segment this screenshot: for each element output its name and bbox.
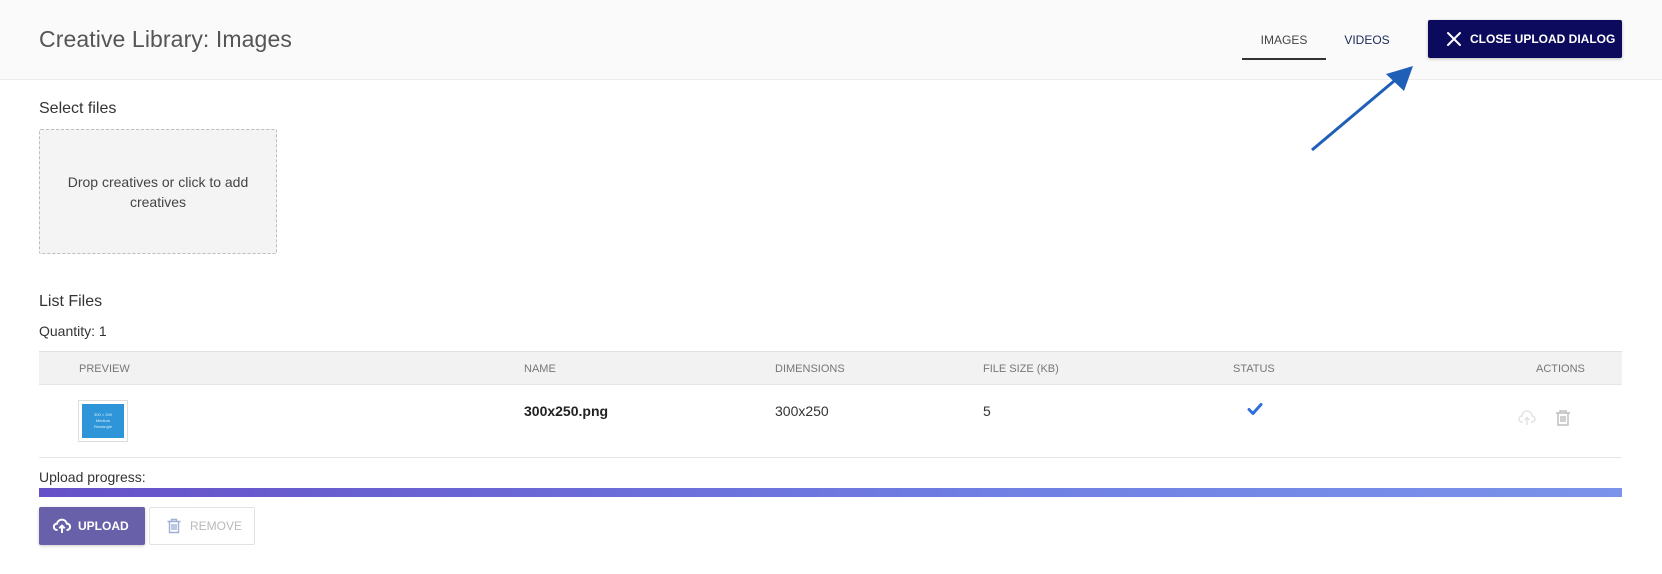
upload-cloud-icon [53,518,71,533]
upload-progress-fill [39,488,1622,497]
file-size: 5 [983,403,991,419]
annotation-arrow-icon [1311,66,1413,152]
tab-images[interactable]: IMAGES [1242,30,1326,60]
quantity-count: Quantity: 1 [39,323,107,339]
upload-cloud-icon[interactable] [1518,409,1536,427]
remove-button-label: REMOVE [190,519,243,533]
column-header-actions: ACTIONS [1536,363,1585,375]
files-table-header: PREVIEW NAME DIMENSIONS FILE SIZE (KB) S… [39,351,1622,385]
column-header-file-size: FILE SIZE (KB) [983,363,1059,375]
upload-progress-label: Upload progress: [39,469,146,485]
file-name: 300x250.png [524,403,609,419]
table-row: 300 × 250 Medium Rectangle 300x250.png 3… [39,385,1622,458]
column-header-name: NAME [524,363,556,375]
column-header-preview: PREVIEW [79,363,130,375]
thumbnail-line: Rectangle [93,424,112,429]
column-header-dimensions: DIMENSIONS [775,363,845,375]
column-header-status: STATUS [1233,363,1275,375]
upload-button[interactable]: UPLOAD [39,507,145,545]
trash-icon[interactable] [1554,409,1572,427]
tab-videos[interactable]: VIDEOS [1333,30,1401,60]
remove-button[interactable]: REMOVE [149,507,255,545]
select-files-label: Select files [39,100,117,117]
trash-icon [167,518,181,534]
close-icon [1447,32,1461,46]
close-upload-dialog-button[interactable]: CLOSE UPLOAD DIALOG [1428,20,1622,58]
upload-button-label: UPLOAD [78,519,129,533]
list-files-label: List Files [39,293,103,310]
image-thumbnail: 300 × 250 Medium Rectangle [79,401,127,441]
close-upload-dialog-label: CLOSE UPLOAD DIALOG [1470,32,1616,46]
dropzone-text: Drop creatives or click to add creatives [67,173,249,210]
page-title: Creative Library: Images [39,26,292,52]
check-icon [1247,403,1263,415]
file-dropzone[interactable]: Drop creatives or click to add creatives [39,129,277,254]
file-dimensions: 300x250 [775,403,829,419]
upload-progress-bar [39,488,1622,497]
